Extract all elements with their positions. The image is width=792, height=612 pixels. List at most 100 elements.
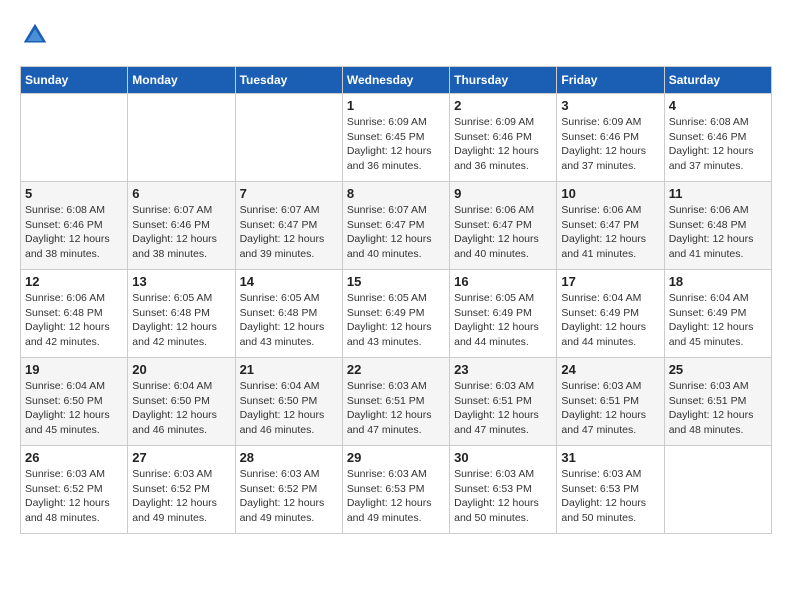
day-number: 12 — [25, 274, 123, 289]
day-number: 17 — [561, 274, 659, 289]
day-number: 25 — [669, 362, 767, 377]
weekday-header: Tuesday — [235, 67, 342, 94]
day-number: 11 — [669, 186, 767, 201]
calendar-day-cell: 1 Sunrise: 6:09 AM Sunset: 6:45 PM Daylig… — [342, 94, 449, 182]
day-number: 29 — [347, 450, 445, 465]
day-number: 8 — [347, 186, 445, 201]
day-info: Sunrise: 6:04 AM Sunset: 6:49 PM Dayligh… — [561, 291, 659, 350]
logo — [20, 20, 54, 50]
calendar-day-cell: 17 Sunrise: 6:04 AM Sunset: 6:49 PM Dayli… — [557, 270, 664, 358]
calendar-day-cell: 10Sunrise: 6:06 AM Sunset: 6:47 PM Dayli… — [557, 182, 664, 270]
calendar-day-cell: 29 Sunrise: 6:03 AM Sunset: 6:53 PM Dayli… — [342, 446, 449, 534]
weekday-header: Sunday — [21, 67, 128, 94]
day-number: 2 — [454, 98, 552, 113]
day-info: Sunrise: 6:03 AM Sunset: 6:53 PM Dayligh… — [454, 467, 552, 526]
calendar-day-cell — [21, 94, 128, 182]
calendar-day-cell — [664, 446, 771, 534]
calendar-day-cell: 19 Sunrise: 6:04 AM Sunset: 6:50 PM Dayli… — [21, 358, 128, 446]
calendar-week-row: 26 Sunrise: 6:03 AM Sunset: 6:52 PM Dayli… — [21, 446, 772, 534]
day-info: Sunrise: 6:06 AM Sunset: 6:48 PM Dayligh… — [25, 291, 123, 350]
day-info: Sunrise: 6:03 AM Sunset: 6:53 PM Dayligh… — [347, 467, 445, 526]
day-info: Sunrise: 6:03 AM Sunset: 6:52 PM Dayligh… — [25, 467, 123, 526]
day-info: Sunrise: 6:05 AM Sunset: 6:49 PM Dayligh… — [454, 291, 552, 350]
day-number: 19 — [25, 362, 123, 377]
day-number: 27 — [132, 450, 230, 465]
calendar-day-cell — [235, 94, 342, 182]
day-info: Sunrise: 6:03 AM Sunset: 6:51 PM Dayligh… — [669, 379, 767, 438]
day-info: Sunrise: 6:07 AM Sunset: 6:47 PM Dayligh… — [240, 203, 338, 262]
day-number: 1 — [347, 98, 445, 113]
day-number: 9 — [454, 186, 552, 201]
weekday-header: Thursday — [450, 67, 557, 94]
day-info: Sunrise: 6:09 AM Sunset: 6:46 PM Dayligh… — [454, 115, 552, 174]
day-info: Sunrise: 6:04 AM Sunset: 6:50 PM Dayligh… — [25, 379, 123, 438]
day-info: Sunrise: 6:03 AM Sunset: 6:52 PM Dayligh… — [240, 467, 338, 526]
weekday-header: Monday — [128, 67, 235, 94]
calendar-day-cell: 15 Sunrise: 6:05 AM Sunset: 6:49 PM Dayli… — [342, 270, 449, 358]
day-info: Sunrise: 6:04 AM Sunset: 6:50 PM Dayligh… — [132, 379, 230, 438]
day-info: Sunrise: 6:08 AM Sunset: 6:46 PM Dayligh… — [25, 203, 123, 262]
calendar-day-cell: 6 Sunrise: 6:07 AM Sunset: 6:46 PM Daylig… — [128, 182, 235, 270]
day-number: 6 — [132, 186, 230, 201]
day-info: Sunrise: 6:07 AM Sunset: 6:47 PM Dayligh… — [347, 203, 445, 262]
calendar-week-row: 1 Sunrise: 6:09 AM Sunset: 6:45 PM Daylig… — [21, 94, 772, 182]
day-info: Sunrise: 6:05 AM Sunset: 6:48 PM Dayligh… — [132, 291, 230, 350]
day-info: Sunrise: 6:07 AM Sunset: 6:46 PM Dayligh… — [132, 203, 230, 262]
day-number: 20 — [132, 362, 230, 377]
weekday-header: Friday — [557, 67, 664, 94]
day-number: 16 — [454, 274, 552, 289]
calendar-week-row: 12 Sunrise: 6:06 AM Sunset: 6:48 PM Dayli… — [21, 270, 772, 358]
calendar-day-cell: 8 Sunrise: 6:07 AM Sunset: 6:47 PM Daylig… — [342, 182, 449, 270]
calendar-day-cell: 13 Sunrise: 6:05 AM Sunset: 6:48 PM Dayli… — [128, 270, 235, 358]
day-number: 23 — [454, 362, 552, 377]
calendar-week-row: 5Sunrise: 6:08 AM Sunset: 6:46 PM Daylig… — [21, 182, 772, 270]
day-number: 15 — [347, 274, 445, 289]
day-number: 24 — [561, 362, 659, 377]
calendar-day-cell: 18 Sunrise: 6:04 AM Sunset: 6:49 PM Dayli… — [664, 270, 771, 358]
day-info: Sunrise: 6:03 AM Sunset: 6:53 PM Dayligh… — [561, 467, 659, 526]
day-number: 14 — [240, 274, 338, 289]
calendar-table: SundayMondayTuesdayWednesdayThursdayFrid… — [20, 66, 772, 534]
day-number: 21 — [240, 362, 338, 377]
day-number: 31 — [561, 450, 659, 465]
calendar-day-cell: 2 Sunrise: 6:09 AM Sunset: 6:46 PM Daylig… — [450, 94, 557, 182]
day-info: Sunrise: 6:09 AM Sunset: 6:46 PM Dayligh… — [561, 115, 659, 174]
day-info: Sunrise: 6:06 AM Sunset: 6:47 PM Dayligh… — [561, 203, 659, 262]
calendar-day-cell: 11 Sunrise: 6:06 AM Sunset: 6:48 PM Dayli… — [664, 182, 771, 270]
weekday-header-row: SundayMondayTuesdayWednesdayThursdayFrid… — [21, 67, 772, 94]
calendar-day-cell: 7 Sunrise: 6:07 AM Sunset: 6:47 PM Daylig… — [235, 182, 342, 270]
day-number: 26 — [25, 450, 123, 465]
calendar-day-cell: 28 Sunrise: 6:03 AM Sunset: 6:52 PM Dayli… — [235, 446, 342, 534]
calendar-day-cell: 22Sunrise: 6:03 AM Sunset: 6:51 PM Dayli… — [342, 358, 449, 446]
day-number: 4 — [669, 98, 767, 113]
day-info: Sunrise: 6:04 AM Sunset: 6:49 PM Dayligh… — [669, 291, 767, 350]
day-info: Sunrise: 6:09 AM Sunset: 6:45 PM Dayligh… — [347, 115, 445, 174]
calendar-day-cell: 3 Sunrise: 6:09 AM Sunset: 6:46 PM Daylig… — [557, 94, 664, 182]
day-number: 13 — [132, 274, 230, 289]
day-info: Sunrise: 6:06 AM Sunset: 6:48 PM Dayligh… — [669, 203, 767, 262]
day-number: 18 — [669, 274, 767, 289]
calendar-day-cell: 26 Sunrise: 6:03 AM Sunset: 6:52 PM Dayli… — [21, 446, 128, 534]
day-number: 7 — [240, 186, 338, 201]
calendar-week-row: 19 Sunrise: 6:04 AM Sunset: 6:50 PM Dayli… — [21, 358, 772, 446]
day-number: 30 — [454, 450, 552, 465]
day-number: 3 — [561, 98, 659, 113]
weekday-header: Wednesday — [342, 67, 449, 94]
day-info: Sunrise: 6:04 AM Sunset: 6:50 PM Dayligh… — [240, 379, 338, 438]
weekday-header: Saturday — [664, 67, 771, 94]
calendar-day-cell: 30 Sunrise: 6:03 AM Sunset: 6:53 PM Dayli… — [450, 446, 557, 534]
logo-icon — [20, 20, 50, 50]
day-info: Sunrise: 6:03 AM Sunset: 6:51 PM Dayligh… — [454, 379, 552, 438]
calendar-day-cell: 31 Sunrise: 6:03 AM Sunset: 6:53 PM Dayli… — [557, 446, 664, 534]
calendar-day-cell: 27Sunrise: 6:03 AM Sunset: 6:52 PM Dayli… — [128, 446, 235, 534]
calendar-day-cell — [128, 94, 235, 182]
day-info: Sunrise: 6:08 AM Sunset: 6:46 PM Dayligh… — [669, 115, 767, 174]
calendar-day-cell: 12 Sunrise: 6:06 AM Sunset: 6:48 PM Dayli… — [21, 270, 128, 358]
calendar-day-cell: 21 Sunrise: 6:04 AM Sunset: 6:50 PM Dayli… — [235, 358, 342, 446]
day-number: 28 — [240, 450, 338, 465]
day-info: Sunrise: 6:05 AM Sunset: 6:49 PM Dayligh… — [347, 291, 445, 350]
calendar-day-cell: 4 Sunrise: 6:08 AM Sunset: 6:46 PM Daylig… — [664, 94, 771, 182]
calendar-day-cell: 16 Sunrise: 6:05 AM Sunset: 6:49 PM Dayli… — [450, 270, 557, 358]
calendar-day-cell: 14Sunrise: 6:05 AM Sunset: 6:48 PM Dayli… — [235, 270, 342, 358]
day-info: Sunrise: 6:06 AM Sunset: 6:47 PM Dayligh… — [454, 203, 552, 262]
